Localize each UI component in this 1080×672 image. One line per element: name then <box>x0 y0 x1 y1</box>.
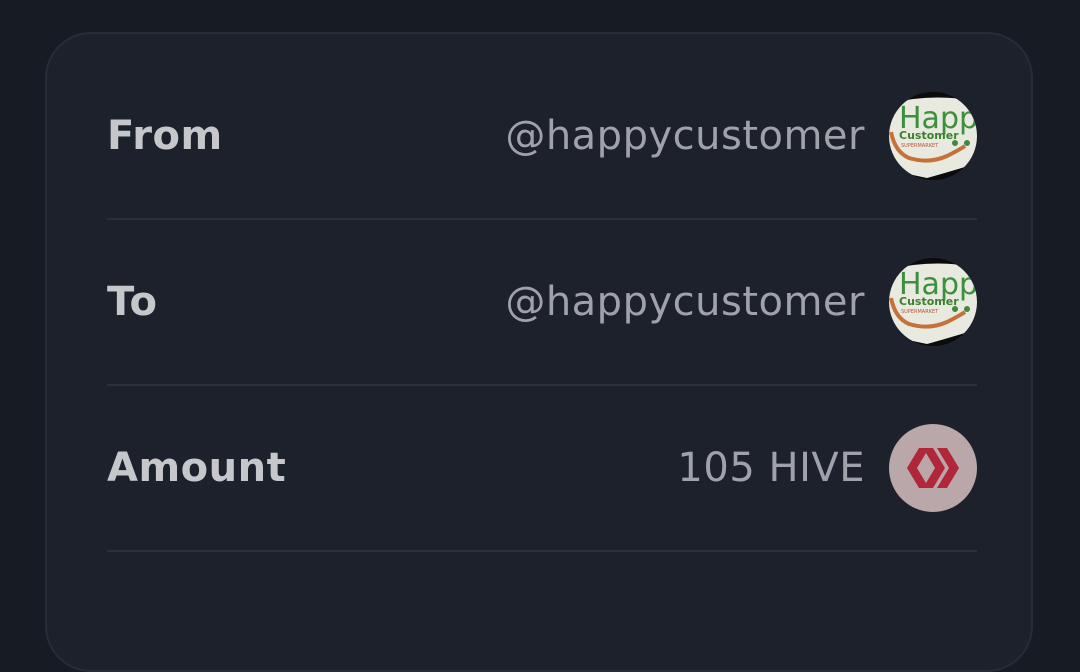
avatar-line2: Customer <box>899 129 959 142</box>
amount-label: Amount <box>107 445 287 491</box>
to-user-avatar-icon[interactable]: Happ Customer SUPERMARKET <box>889 258 977 346</box>
to-account-name[interactable]: @happycustomer <box>505 279 865 325</box>
to-row: To @happycustomer Happ Customer SUPERMAR… <box>107 220 977 386</box>
from-account-name[interactable]: @happycustomer <box>505 113 865 159</box>
to-value-group: @happycustomer Happ Customer SUPERMARKET <box>505 258 977 346</box>
from-value-group: @happycustomer Happ Customer SUPERMARKET <box>505 92 977 180</box>
to-label: To <box>107 279 158 325</box>
hive-logo-shape <box>907 448 959 488</box>
avatar-line3: SUPERMARKET <box>901 309 939 315</box>
from-label: From <box>107 113 223 159</box>
avatar-image: Happ Customer SUPERMARKET <box>889 92 977 180</box>
transaction-details-card: From @happycustomer Happ Customer SUPERM… <box>45 32 1033 672</box>
amount-row: Amount 105 HIVE <box>107 386 977 552</box>
hive-logo-icon <box>889 424 977 512</box>
avatar-line2: Customer <box>899 295 959 308</box>
from-user-avatar-icon[interactable]: Happ Customer SUPERMARKET <box>889 92 977 180</box>
amount-value: 105 HIVE <box>677 445 865 491</box>
avatar-image: Happ Customer SUPERMARKET <box>889 258 977 346</box>
from-row: From @happycustomer Happ Customer SUPERM… <box>107 54 977 220</box>
amount-value-group: 105 HIVE <box>677 424 977 512</box>
avatar-line3: SUPERMARKET <box>901 143 939 149</box>
